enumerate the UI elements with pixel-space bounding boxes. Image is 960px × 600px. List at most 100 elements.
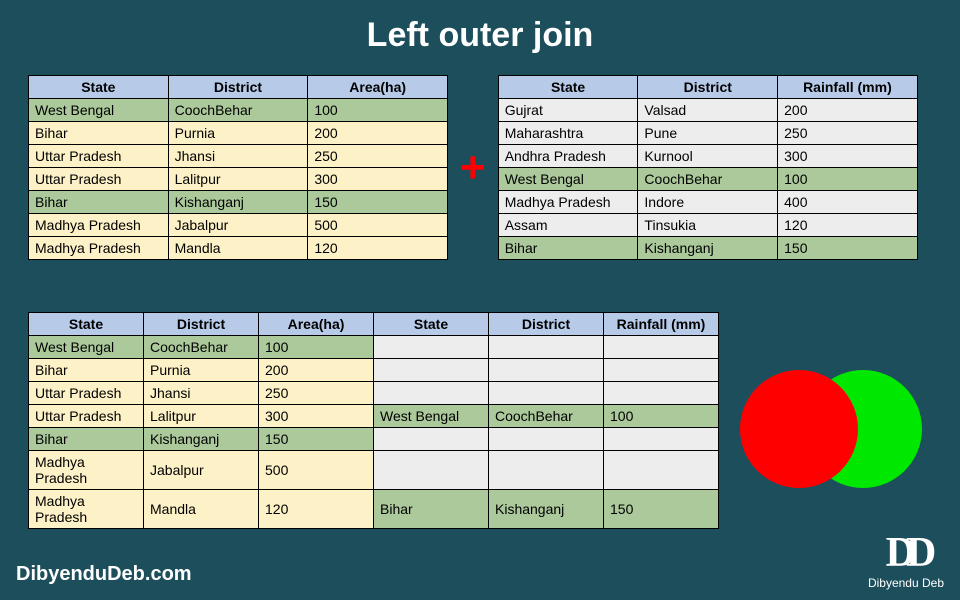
left-input-table: StateDistrictArea(ha) West BengalCoochBe… — [28, 75, 448, 260]
page-title: Left outer join — [0, 0, 960, 55]
table-cell: Jabalpur — [168, 214, 308, 237]
table-cell: Maharashtra — [498, 122, 638, 145]
venn-diagram — [740, 360, 920, 500]
table-cell: 300 — [259, 405, 374, 428]
column-header: State — [374, 313, 489, 336]
table-cell: 200 — [308, 122, 448, 145]
table-cell: Kishanganj — [168, 191, 308, 214]
table-cell: CoochBehar — [168, 99, 308, 122]
table-cell: Kishanganj — [144, 428, 259, 451]
table-cell: Jabalpur — [144, 451, 259, 490]
logo-icon: DD — [868, 532, 944, 574]
table-cell — [604, 359, 719, 382]
table-cell: Kurnool — [638, 145, 778, 168]
join-result-table: StateDistrictArea(ha)StateDistrictRainfa… — [28, 312, 719, 529]
table-cell: Madhya Pradesh — [498, 191, 638, 214]
column-header: Rainfall (mm) — [604, 313, 719, 336]
table-cell: Uttar Pradesh — [29, 382, 144, 405]
table-cell: CoochBehar — [144, 336, 259, 359]
table-cell: Valsad — [638, 99, 778, 122]
table-cell — [489, 336, 604, 359]
table-cell — [604, 336, 719, 359]
table-cell: 200 — [259, 359, 374, 382]
table-row: BiharPurnia200 — [29, 359, 719, 382]
table-cell: Gujrat — [498, 99, 638, 122]
table-cell: Bihar — [374, 490, 489, 529]
table-cell: Madhya Pradesh — [29, 237, 169, 260]
table-cell: Mandla — [144, 490, 259, 529]
table-cell: Indore — [638, 191, 778, 214]
footer-logo-block: DD Dibyendu Deb — [868, 532, 944, 590]
table-row: MaharashtraPune250 — [498, 122, 917, 145]
table-row: BiharKishanganj150 — [498, 237, 917, 260]
table-cell — [604, 451, 719, 490]
table-cell: 100 — [308, 99, 448, 122]
table-cell: 250 — [308, 145, 448, 168]
table-cell — [374, 359, 489, 382]
table-row: Madhya PradeshJabalpur500 — [29, 214, 448, 237]
table-cell: 500 — [259, 451, 374, 490]
table-cell: Bihar — [29, 428, 144, 451]
table-row: Uttar PradeshLalitpur300West BengalCooch… — [29, 405, 719, 428]
column-header: District — [489, 313, 604, 336]
table-cell: 150 — [778, 237, 918, 260]
column-header: District — [144, 313, 259, 336]
table-cell: 250 — [778, 122, 918, 145]
table-row: Madhya PradeshMandla120 — [29, 237, 448, 260]
table-cell: Bihar — [498, 237, 638, 260]
table-cell: Tinsukia — [638, 214, 778, 237]
table-cell: West Bengal — [29, 99, 169, 122]
table-row: Uttar PradeshJhansi250 — [29, 145, 448, 168]
table-cell: Kishanganj — [489, 490, 604, 529]
top-tables-row: StateDistrictArea(ha) West BengalCoochBe… — [0, 55, 960, 260]
table-row: BiharKishanganj150 — [29, 191, 448, 214]
table-cell: Bihar — [29, 359, 144, 382]
table-row: West BengalCoochBehar100 — [29, 99, 448, 122]
table-cell — [604, 428, 719, 451]
table-cell: Assam — [498, 214, 638, 237]
column-header: District — [168, 76, 308, 99]
table-cell: CoochBehar — [489, 405, 604, 428]
table-row: AssamTinsukia120 — [498, 214, 917, 237]
table-row: Uttar PradeshLalitpur300 — [29, 168, 448, 191]
table-cell: 200 — [778, 99, 918, 122]
table-cell: Madhya Pradesh — [29, 490, 144, 529]
table-cell: 500 — [308, 214, 448, 237]
table-cell: Madhya Pradesh — [29, 214, 169, 237]
table-cell: Lalitpur — [168, 168, 308, 191]
table-row: Uttar PradeshJhansi250 — [29, 382, 719, 405]
column-header: State — [29, 313, 144, 336]
table-cell: 150 — [308, 191, 448, 214]
table-cell: Lalitpur — [144, 405, 259, 428]
table-cell: 100 — [604, 405, 719, 428]
column-header: Rainfall (mm) — [778, 76, 918, 99]
table-cell: 120 — [308, 237, 448, 260]
logo-name: Dibyendu Deb — [868, 576, 944, 590]
table-row: BiharPurnia200 — [29, 122, 448, 145]
table-cell: 250 — [259, 382, 374, 405]
table-cell: 150 — [259, 428, 374, 451]
table-cell — [604, 382, 719, 405]
column-header: Area(ha) — [259, 313, 374, 336]
table-cell — [489, 451, 604, 490]
table-cell — [374, 428, 489, 451]
column-header: Area(ha) — [308, 76, 448, 99]
right-input-table: StateDistrictRainfall (mm) GujratValsad2… — [498, 75, 918, 260]
table-cell: 300 — [778, 145, 918, 168]
table-cell: Purnia — [168, 122, 308, 145]
plus-icon: + — [460, 146, 486, 190]
table-cell: West Bengal — [374, 405, 489, 428]
table-cell: 100 — [259, 336, 374, 359]
result-table-wrap: StateDistrictArea(ha)StateDistrictRainfa… — [28, 312, 719, 529]
table-cell — [489, 359, 604, 382]
table-row: BiharKishanganj150 — [29, 428, 719, 451]
table-cell — [489, 428, 604, 451]
table-cell: Kishanganj — [638, 237, 778, 260]
table-cell: Bihar — [29, 122, 169, 145]
table-cell — [489, 382, 604, 405]
table-cell: 100 — [778, 168, 918, 191]
table-row: GujratValsad200 — [498, 99, 917, 122]
table-cell: 300 — [308, 168, 448, 191]
table-cell: 150 — [604, 490, 719, 529]
table-cell: West Bengal — [498, 168, 638, 191]
